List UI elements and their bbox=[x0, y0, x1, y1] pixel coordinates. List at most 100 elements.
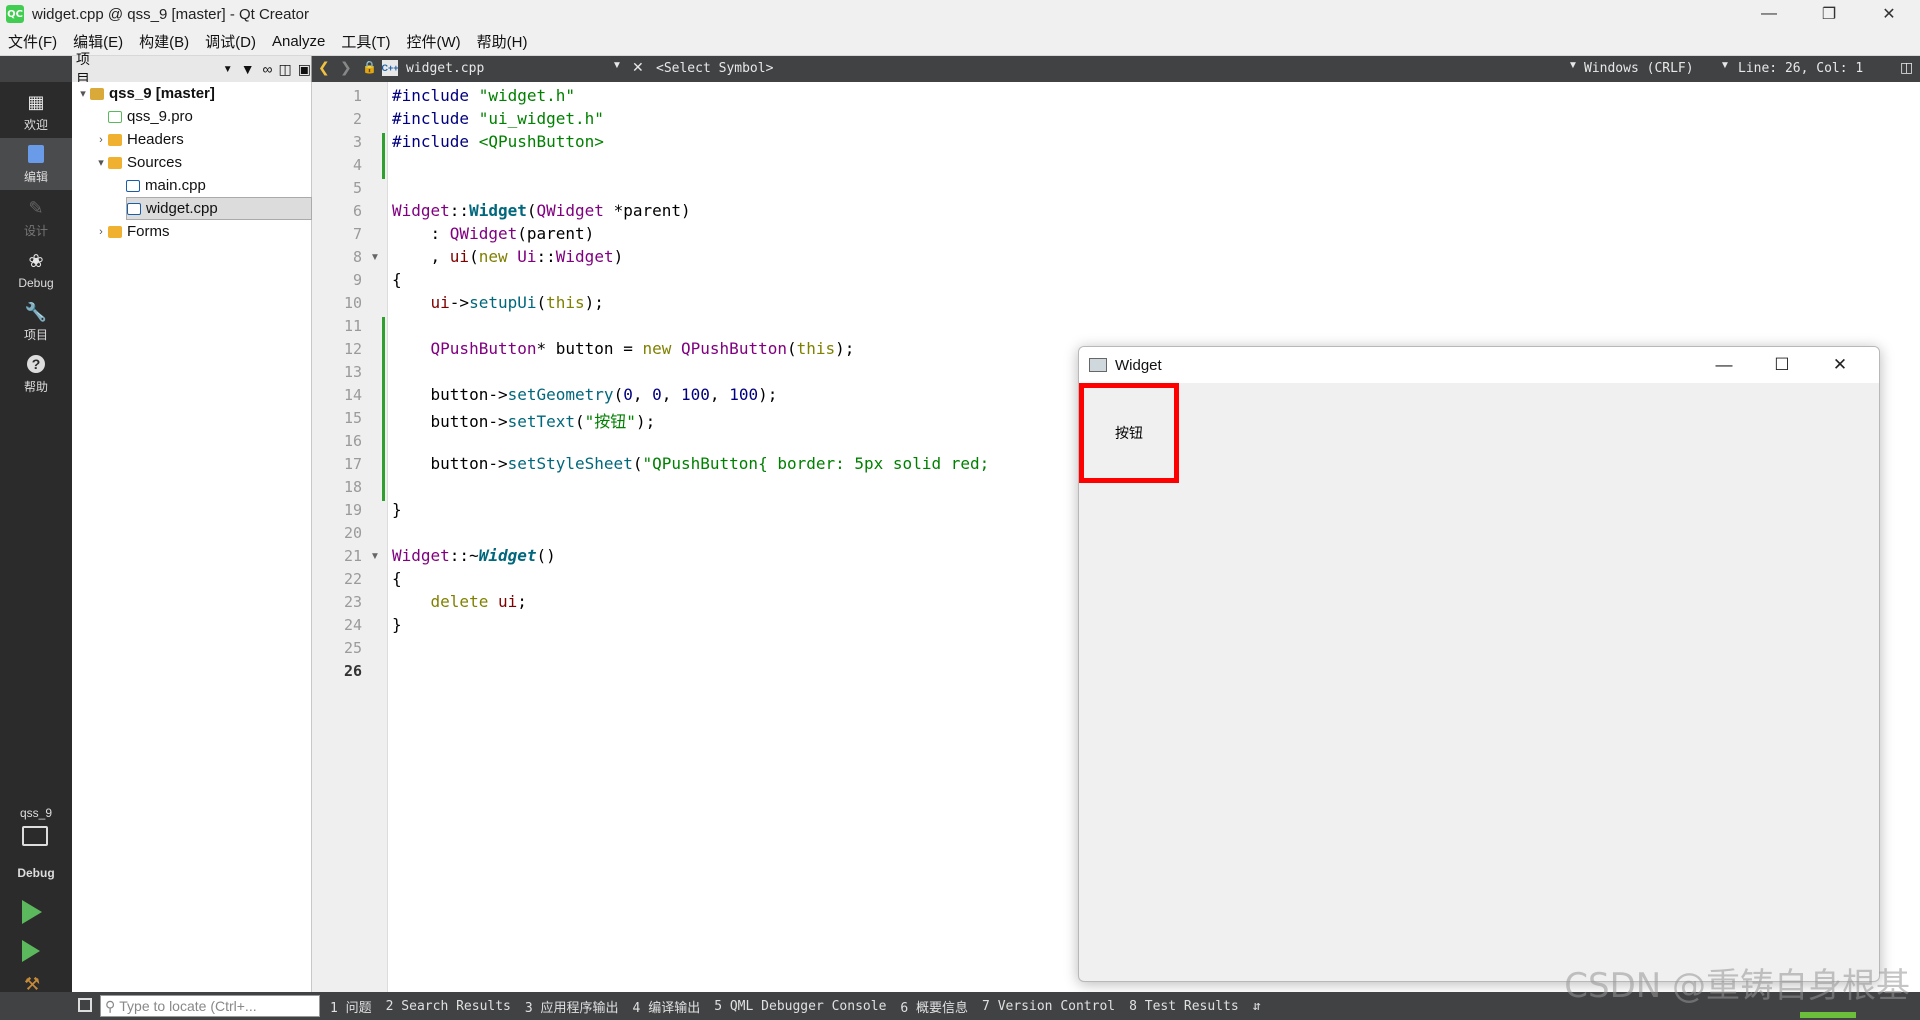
menu-widgets[interactable]: 控件(W) bbox=[399, 31, 469, 52]
minimize-icon[interactable]: — bbox=[1740, 0, 1798, 28]
chevron-down-icon[interactable]: ▼ bbox=[612, 60, 622, 71]
mode-design[interactable]: ✎ 设计 bbox=[0, 192, 72, 244]
symbol-selector[interactable]: <Select Symbol> bbox=[656, 61, 773, 76]
pane-application-output[interactable]: 3 应用程序输出 bbox=[525, 997, 619, 1016]
window-title: widget.cpp @ qss_9 [master] - Qt Creator bbox=[32, 5, 309, 23]
line-ending-selector[interactable]: Windows (CRLF) bbox=[1584, 61, 1694, 76]
mode-welcome[interactable]: ▦ 欢迎 bbox=[0, 86, 72, 138]
maximize-icon[interactable]: ☐ bbox=[1753, 347, 1811, 383]
tree-item-label: qss_9.pro bbox=[127, 108, 193, 125]
tree-item-label: Headers bbox=[127, 131, 184, 148]
cursor-position[interactable]: Line: 26, Col: 1 bbox=[1738, 61, 1863, 76]
chevron-down-icon[interactable]: ▼ bbox=[223, 64, 233, 75]
forward-arrow-icon[interactable]: ❯ bbox=[340, 59, 352, 76]
pane-more-arrows-icon[interactable]: ⇵ bbox=[1253, 999, 1261, 1014]
locator-input[interactable]: ⚲ Type to locate (Ctrl+... bbox=[100, 995, 320, 1017]
mode-projects[interactable]: 🔧 项目 bbox=[0, 296, 72, 348]
chevron-down-icon[interactable]: ▼ bbox=[1568, 60, 1578, 71]
code-line: #include <QPushButton> bbox=[392, 132, 604, 151]
menu-file[interactable]: 文件(F) bbox=[0, 31, 65, 52]
pane-test-results[interactable]: 8 Test Results bbox=[1129, 999, 1239, 1014]
menu-analyze[interactable]: Analyze bbox=[264, 33, 333, 50]
line-number: 4 bbox=[352, 156, 362, 174]
chevron-right-icon[interactable]: › bbox=[94, 226, 108, 238]
chevron-right-icon[interactable]: › bbox=[94, 134, 108, 146]
tree-item-pro[interactable]: qss_9.pro bbox=[72, 105, 312, 128]
edit-doc-icon bbox=[25, 143, 47, 165]
back-arrow-icon[interactable]: ❮ bbox=[318, 59, 330, 76]
tree-item-label: widget.cpp bbox=[146, 200, 218, 217]
tree-item-label: main.cpp bbox=[145, 177, 206, 194]
link-icon[interactable]: ∞ bbox=[263, 61, 273, 77]
chevron-down-icon[interactable]: ▼ bbox=[1720, 60, 1730, 71]
output-panes: 1 问题 2 Search Results 3 应用程序输出 4 编译输出 5 … bbox=[330, 992, 1275, 1020]
mode-edit[interactable]: 编辑 bbox=[0, 138, 72, 190]
filter-icon[interactable]: ▼ bbox=[241, 61, 255, 77]
project-folder-icon bbox=[90, 87, 104, 100]
menu-bar: 文件(F) 编辑(E) 构建(B) 调试(D) Analyze 工具(T) 控件… bbox=[0, 28, 1920, 56]
code-line: } bbox=[392, 615, 402, 634]
tree-item-sources[interactable]: ▾ Sources bbox=[72, 151, 312, 174]
widget-window: Widget — ☐ ✕ 按钮 bbox=[1078, 346, 1880, 982]
change-marker bbox=[382, 317, 385, 501]
monitor-icon[interactable] bbox=[22, 826, 48, 846]
code-line: , ui(new Ui::Widget) bbox=[392, 247, 624, 266]
line-number: 15 bbox=[343, 409, 362, 427]
chevron-down-icon[interactable]: ▾ bbox=[94, 156, 108, 169]
chevron-down-icon[interactable]: ▾ bbox=[76, 87, 90, 100]
mode-label: 项目 bbox=[23, 328, 48, 342]
line-number: 20 bbox=[343, 524, 362, 542]
line-number: 2 bbox=[352, 110, 362, 128]
pane-issues[interactable]: 1 问题 bbox=[330, 997, 372, 1016]
split-editor-icon[interactable]: ◫ bbox=[1900, 59, 1913, 76]
fold-marker-icon[interactable]: ▼ bbox=[370, 551, 380, 562]
menu-build[interactable]: 构建(B) bbox=[131, 31, 197, 52]
mode-debug[interactable]: ❀ Debug bbox=[0, 244, 72, 296]
menu-help[interactable]: 帮助(H) bbox=[469, 31, 536, 52]
kit-build-config: Debug bbox=[17, 866, 55, 880]
lock-icon: 🔒 bbox=[362, 60, 377, 74]
pane-compile-output[interactable]: 4 编译输出 bbox=[633, 997, 701, 1016]
debug-run-icon[interactable] bbox=[22, 940, 40, 962]
pane-version-control[interactable]: 7 Version Control bbox=[982, 999, 1115, 1014]
tree-item-project[interactable]: ▾ qss_9 [master] bbox=[72, 82, 312, 105]
run-icon[interactable] bbox=[22, 900, 42, 924]
line-number: 5 bbox=[352, 179, 362, 197]
tree-item-headers[interactable]: › Headers bbox=[72, 128, 312, 151]
close-document-icon[interactable]: ✕ bbox=[632, 59, 644, 76]
open-document-selector[interactable]: widget.cpp bbox=[406, 61, 484, 76]
code-line: #include "widget.h" bbox=[392, 86, 576, 105]
widget-title-bar[interactable]: Widget — ☐ ✕ bbox=[1079, 347, 1879, 383]
tree-item-forms[interactable]: › Forms bbox=[72, 220, 312, 243]
menu-tools[interactable]: 工具(T) bbox=[333, 31, 398, 52]
close-icon[interactable]: ✕ bbox=[1811, 347, 1869, 383]
line-number: 10 bbox=[343, 294, 362, 312]
red-border-push-button[interactable]: 按钮 bbox=[1079, 383, 1179, 483]
tree-item-widget-cpp[interactable]: widget.cpp bbox=[126, 197, 312, 220]
tree-item-main-cpp[interactable]: main.cpp bbox=[72, 174, 312, 197]
cpp-file-icon bbox=[127, 202, 141, 215]
mode-label: 编辑 bbox=[23, 170, 48, 184]
folder-icon bbox=[108, 225, 122, 238]
title-bar: QC widget.cpp @ qss_9 [master] - Qt Crea… bbox=[0, 0, 1920, 28]
split-icon[interactable]: ◫ bbox=[279, 61, 292, 78]
line-number: 8 bbox=[352, 248, 362, 266]
restore-icon[interactable]: ❐ bbox=[1800, 0, 1858, 28]
code-line: Widget::Widget(QWidget *parent) bbox=[392, 201, 691, 220]
menu-debug[interactable]: 调试(D) bbox=[197, 31, 264, 52]
minimize-icon[interactable]: — bbox=[1695, 347, 1753, 383]
close-icon[interactable]: ✕ bbox=[1860, 0, 1918, 28]
fold-marker-icon[interactable]: ▼ bbox=[370, 252, 380, 263]
line-number: 6 bbox=[352, 202, 362, 220]
close-pane-icon[interactable]: ▣ bbox=[298, 61, 311, 78]
code-line: button->setStyleSheet("QPushButton{ bord… bbox=[392, 454, 990, 473]
editor-toolbar: 项目 ▼ ▼ ∞ ◫ ▣ ❮ ❯ 🔒 C++ widget.cpp ▼ ✕ <S… bbox=[0, 51, 1920, 87]
code-line: button->setGeometry(0, 0, 100, 100); bbox=[392, 385, 778, 404]
mode-help[interactable]: ? 帮助 bbox=[0, 348, 72, 400]
pane-search-results[interactable]: 2 Search Results bbox=[386, 999, 511, 1014]
pane-qml-debugger-console[interactable]: 5 QML Debugger Console bbox=[714, 999, 886, 1014]
pane-general-messages[interactable]: 6 概要信息 bbox=[900, 997, 968, 1016]
change-marker bbox=[382, 133, 385, 179]
toggle-sidebar-icon[interactable] bbox=[78, 998, 92, 1012]
widget-window-title: Widget bbox=[1115, 356, 1162, 374]
